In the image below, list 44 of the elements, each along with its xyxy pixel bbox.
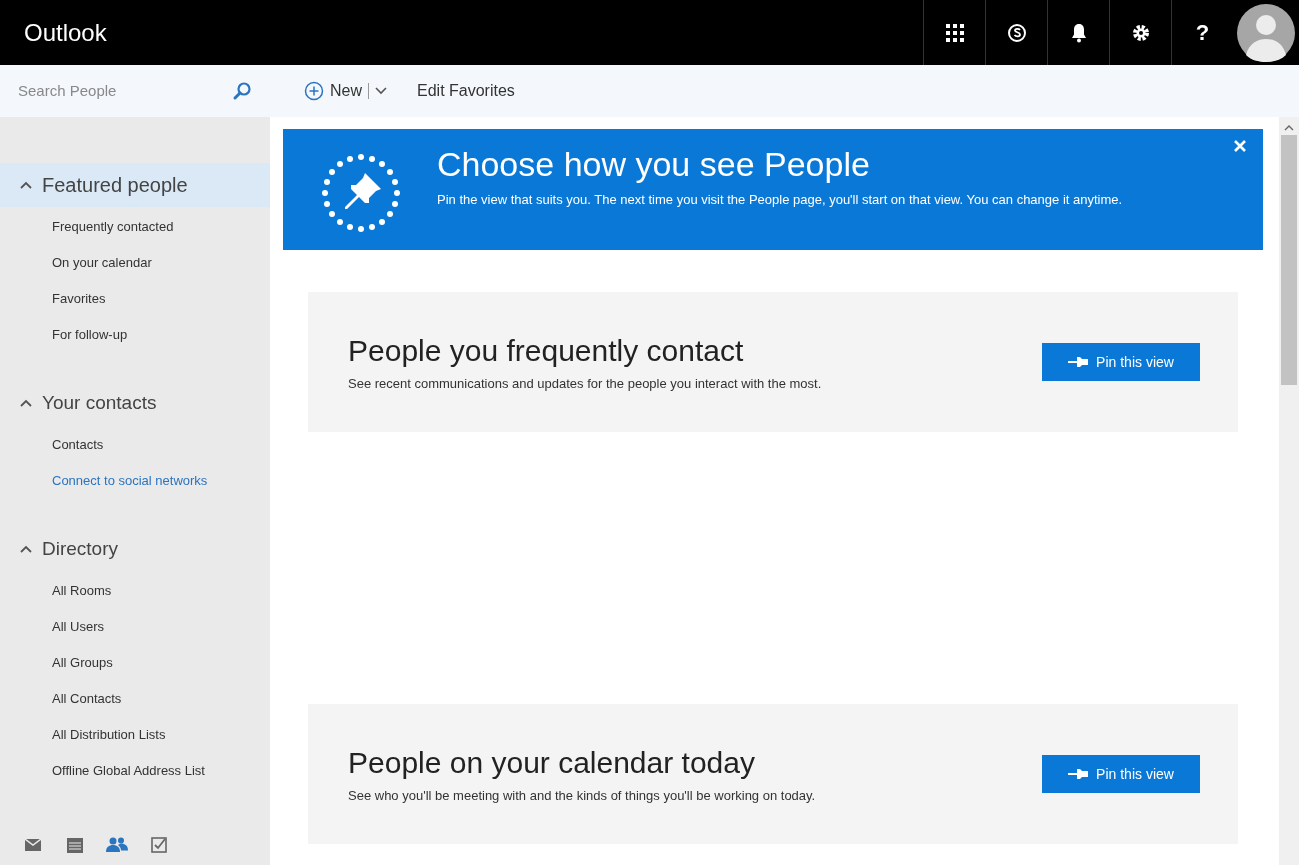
pin-icon — [1068, 769, 1089, 779]
new-button[interactable]: New — [304, 79, 387, 103]
pin-button[interactable]: Pin this view — [1042, 755, 1200, 793]
card-description: See who you'll be meeting with and the kinds of things you'll be working on today. — [348, 787, 817, 805]
nav-item[interactable]: On your calendar — [52, 253, 152, 273]
nav-item[interactable]: All Rooms — [52, 581, 112, 601]
section-header[interactable]: Your contacts — [0, 381, 270, 425]
chevron-down-icon — [375, 87, 387, 95]
card-title: People you frequently contact — [348, 333, 745, 369]
collapse-chevron-icon[interactable] — [20, 181, 32, 189]
edit-favorites-button[interactable]: Edit Favorites — [417, 79, 515, 103]
search-icon[interactable] — [232, 81, 252, 101]
banner-text: Pin the view that suits you. The next time you visit the People page, you'll start on that view. You can change it anytime. — [437, 191, 1123, 209]
pin-button[interactable]: Pin this view — [1042, 343, 1200, 381]
pin-icon — [1068, 357, 1089, 367]
nav-item[interactable]: Favorites — [52, 289, 106, 309]
nav-item[interactable]: All Users — [52, 617, 104, 637]
collapse-chevron-icon[interactable] — [20, 399, 32, 407]
pin-badge-icon — [319, 151, 403, 235]
scroll-up-icon[interactable] — [1284, 125, 1294, 131]
section-header[interactable]: Featured people — [0, 163, 270, 207]
nav-item[interactable]: For follow-up — [52, 325, 128, 345]
app-title: Outlook — [23, 17, 108, 48]
scrollbar[interactable] — [1279, 117, 1299, 865]
people-icon[interactable] — [106, 836, 128, 854]
nav-item[interactable]: Contacts — [52, 435, 104, 455]
nav-item[interactable]: Frequently contacted — [52, 217, 174, 237]
search-input[interactable]: Search People — [18, 79, 232, 103]
section-header[interactable]: Directory — [0, 527, 270, 571]
nav-item[interactable]: Offline Global Address List — [52, 761, 205, 781]
social-link[interactable]: Connect to social networks — [52, 471, 208, 491]
calendar-icon[interactable] — [64, 836, 86, 854]
tasks-icon[interactable] — [148, 836, 170, 854]
close-button[interactable] — [1233, 139, 1247, 153]
nav-item[interactable]: All Distribution Lists — [52, 725, 166, 745]
nav-item[interactable]: All Groups — [52, 653, 113, 673]
banner-title: Choose how you see People — [437, 144, 871, 185]
nav-item[interactable]: All Contacts — [52, 689, 122, 709]
mail-icon[interactable] — [22, 836, 44, 854]
card-title: People on your calendar today — [348, 745, 756, 781]
plus-circle-icon — [304, 81, 324, 101]
collapse-chevron-icon[interactable] — [20, 545, 32, 553]
card-description: See recent communications and updates for the people you interact with the most. — [348, 375, 823, 393]
search-field[interactable]: Search People — [0, 65, 270, 117]
